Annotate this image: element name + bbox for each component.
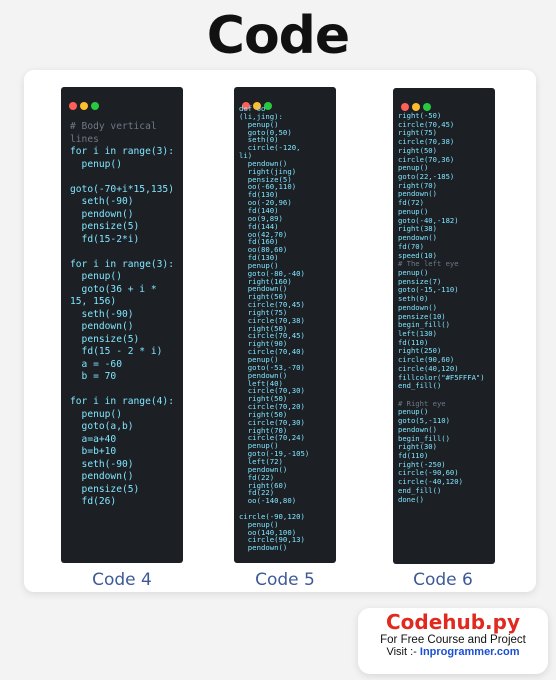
code-line: goto(a,b) (70, 421, 134, 432)
code-line: goto(36 + i * (70, 283, 157, 295)
visit-label: Visit :- (386, 646, 417, 658)
code-line: pensize(5) (70, 483, 140, 495)
caption-code-4: Code 4 (92, 570, 152, 590)
code-panel-4: # Body vertical lines for i in range(3): p… (61, 87, 183, 563)
code-line: penup() (70, 158, 122, 170)
code-line: pensize(5) (70, 221, 140, 232)
minimize-dot-icon (80, 102, 88, 110)
promo-badge: Codehub.py For Free Course and Project V… (358, 608, 548, 674)
code-line: pendown() (70, 208, 134, 220)
caption-code-5: Code 5 (255, 570, 315, 590)
maximize-dot-icon (91, 102, 99, 110)
code-block-4: # Body vertical lines for i in range(3): p… (70, 121, 174, 509)
code-line: fd(15-2*i) (70, 233, 140, 245)
code-line: for i in range(3): (70, 146, 174, 157)
promo-visit: Visit :- Inprogrammer.com (358, 646, 548, 658)
caption-code-6: Code 6 (413, 570, 473, 590)
code-line: penup() (70, 271, 122, 282)
code-line: for i in range(4): (70, 396, 174, 407)
code-line: fd(15 - 2 * i) (70, 346, 163, 357)
window-controls (69, 95, 102, 110)
code-line: penup() (70, 408, 122, 420)
code-line: seth(-90) (70, 308, 134, 320)
promo-url[interactable]: Inprogrammer.com (420, 646, 520, 658)
code-line: a=a+40 (70, 433, 117, 445)
code-line: goto(-70+i*15,135) (70, 183, 174, 195)
code-line: b = 70 (70, 371, 117, 382)
code-line: 15, 156) (70, 296, 117, 307)
close-dot-icon (401, 103, 409, 111)
code-block-6: right(-50) circle(70,45) right(75) circle(7… (398, 111, 485, 504)
code-line: pensize(5) (70, 333, 140, 345)
page-title: Code (206, 6, 350, 66)
code-line: oo(-140,80) (239, 496, 297, 506)
promo-tagline: For Free Course and Project (380, 634, 526, 646)
code-line: pendown() (70, 471, 134, 482)
brand-name: Codehub.py (385, 610, 521, 634)
code-block-5: def oo (li,jing): penup() goto(0,50) seth… (239, 105, 309, 552)
code-line: end_fill() (398, 381, 442, 391)
code-line: pendown() (70, 321, 134, 332)
close-dot-icon (69, 102, 77, 110)
code-line: seth(-90) (70, 196, 134, 207)
code-panel-6: right(-50) circle(70,45) right(75) circle(7… (393, 88, 495, 564)
code-line: # Body vertical (70, 121, 157, 132)
code-line: b=b+10 (70, 446, 117, 457)
code-line: fd(26) (70, 496, 117, 507)
code-line: seth(-90) (70, 458, 134, 470)
maximize-dot-icon (423, 103, 431, 111)
window-controls (401, 96, 434, 111)
code-line: done() (398, 494, 424, 504)
code-line: lines (70, 133, 99, 145)
minimize-dot-icon (412, 103, 420, 111)
code-line: pendown() (239, 543, 288, 553)
code-line: a = -60 (70, 358, 122, 370)
code-panel-5: def oo (li,jing): penup() goto(0,50) seth… (234, 87, 336, 563)
code-line: for i in range(3): (70, 258, 174, 270)
